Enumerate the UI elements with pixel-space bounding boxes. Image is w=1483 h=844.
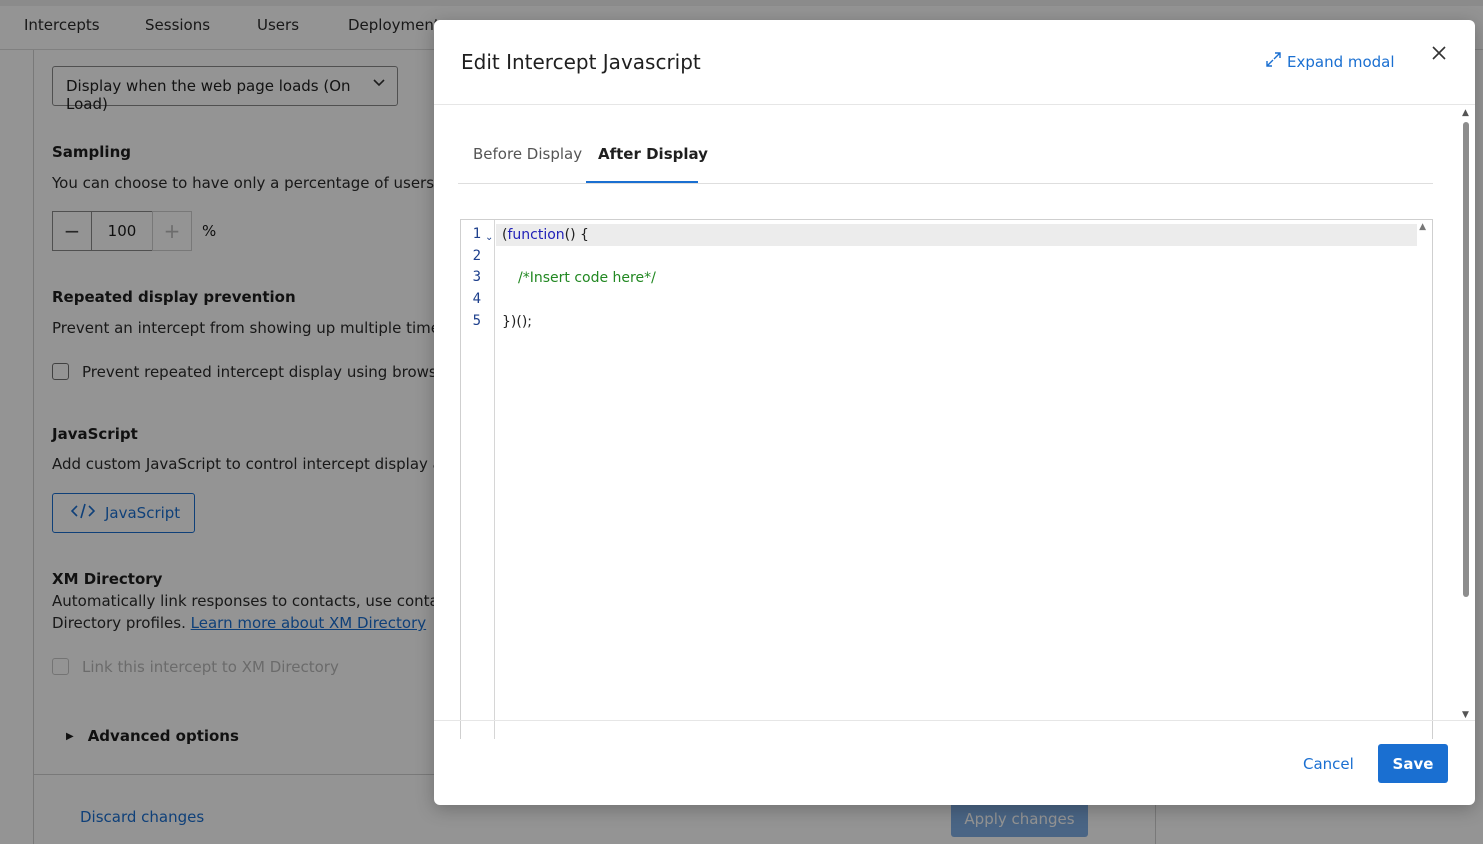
tab-after-display[interactable]: After Display bbox=[598, 145, 708, 163]
code-line-5: })(); bbox=[502, 314, 533, 330]
code-line-3: /*Insert code here*/ bbox=[518, 270, 656, 286]
line-number: 1 bbox=[472, 226, 481, 242]
expand-modal-label: Expand modal bbox=[1287, 52, 1395, 71]
code-keyword: function bbox=[507, 227, 565, 243]
editor-scroll-up-icon[interactable]: ▲ bbox=[1419, 222, 1426, 232]
modal-footer-divider bbox=[434, 720, 1475, 721]
fold-arrow-icon[interactable]: ⌄ bbox=[485, 232, 493, 243]
script-tabs: Before Display After Display bbox=[458, 129, 1433, 184]
line-number-gutter: 1 ⌄ 2 3 4 5 bbox=[461, 220, 495, 739]
modal-scrollbar[interactable]: ▲ ▼ bbox=[1461, 108, 1471, 720]
code-rest: () { bbox=[564, 227, 589, 243]
line-number: 5 bbox=[472, 313, 481, 329]
code-editor[interactable]: 1 ⌄ 2 3 4 5 (function() { /*Insert code … bbox=[460, 219, 1433, 739]
close-button[interactable] bbox=[1428, 44, 1450, 66]
expand-icon bbox=[1266, 52, 1281, 71]
active-tab-indicator bbox=[586, 181, 698, 183]
scroll-down-arrow-icon[interactable]: ▼ bbox=[1462, 710, 1469, 720]
active-line-highlight bbox=[496, 224, 1417, 246]
scrollbar-thumb[interactable] bbox=[1463, 122, 1469, 597]
tab-before-display[interactable]: Before Display bbox=[473, 145, 582, 163]
save-button[interactable]: Save bbox=[1378, 744, 1448, 783]
scroll-up-arrow-icon[interactable]: ▲ bbox=[1462, 108, 1469, 118]
modal-header-divider bbox=[434, 104, 1475, 105]
edit-javascript-modal: Edit Intercept Javascript Expand modal B… bbox=[434, 20, 1475, 805]
expand-modal-button[interactable]: Expand modal bbox=[1266, 52, 1395, 71]
line-number: 2 bbox=[472, 248, 481, 264]
cancel-button[interactable]: Cancel bbox=[1303, 755, 1354, 773]
line-number: 4 bbox=[472, 291, 481, 307]
code-line-1: (function() { bbox=[502, 227, 589, 243]
line-number: 3 bbox=[472, 269, 481, 285]
modal-title: Edit Intercept Javascript bbox=[461, 50, 701, 74]
close-icon bbox=[1431, 45, 1447, 65]
